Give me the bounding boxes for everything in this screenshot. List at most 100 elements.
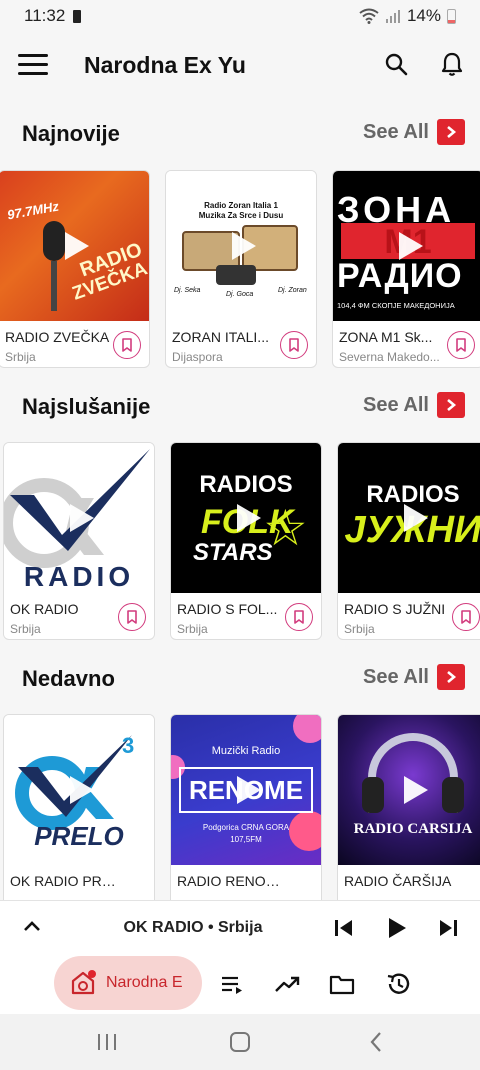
bookmark-icon[interactable]	[447, 331, 475, 359]
play-icon[interactable]	[232, 232, 256, 260]
skip-previous-icon[interactable]	[332, 915, 356, 941]
logo-text: Muzički Radio	[211, 745, 281, 757]
station-title: RADIO ČARŠIJA	[344, 873, 452, 889]
bottom-nav: Narodna E	[0, 956, 480, 1014]
headphones-icon	[442, 777, 464, 813]
bookmark-icon[interactable]	[280, 331, 308, 359]
folder-icon[interactable]	[328, 970, 356, 998]
headphones-icon	[362, 777, 384, 813]
logo-text: RADIO	[23, 561, 135, 592]
logo-text: Muzika Za Srce i Dusu	[198, 211, 284, 220]
logo-text: Dj. Goca	[226, 291, 254, 298]
decorative-circle	[293, 715, 321, 743]
recent-apps-icon[interactable]	[96, 1032, 118, 1052]
home-button-icon[interactable]	[229, 1031, 251, 1053]
station-card[interactable]: Radio Zoran Italia 1 Muzika Za Srce i Du…	[165, 170, 317, 368]
station-card[interactable]: RADIO OK RADIO Srbija	[3, 442, 155, 640]
station-logo: Muzički Radio RENOME Podgorica CRNA GORA…	[171, 715, 321, 865]
bell-icon[interactable]	[436, 48, 468, 80]
station-card[interactable]: ЗОНА М1 РАДИО 104,4 ФМ СКОПЈЕ МАКЕДОНИЈА…	[332, 170, 480, 368]
station-title: RADIO RENOME	[177, 873, 285, 889]
play-icon[interactable]	[70, 776, 94, 804]
logo-text: RADIOS	[199, 471, 293, 498]
system-nav-bar	[0, 1014, 480, 1070]
station-country: Srbija	[344, 622, 375, 636]
section-title: Najslušanije	[22, 394, 151, 419]
history-icon[interactable]	[384, 970, 412, 998]
station-card[interactable]: Muzički Radio RENOME Podgorica CRNA GORA…	[170, 714, 322, 900]
battery-icon	[447, 8, 456, 24]
bookmark-icon[interactable]	[113, 331, 141, 359]
now-playing-text: OK RADIO • Srbija	[123, 919, 263, 936]
chevron-right-icon[interactable]	[437, 392, 465, 418]
station-title: RADIO S FOL...	[177, 601, 278, 617]
station-country: Srbija	[5, 350, 36, 364]
row-najslusanije: RADIO OK RADIO Srbija RADIOS FOLK ☆ STAR…	[0, 442, 480, 642]
menu-icon[interactable]	[18, 54, 48, 76]
station-logo: RADIO	[4, 443, 154, 593]
play-icon[interactable]	[404, 504, 428, 532]
station-card[interactable]: 3 PRELO OK RADIO PRELO	[3, 714, 155, 900]
bookmark-icon[interactable]	[285, 603, 313, 631]
mini-player[interactable]: OK RADIO • Srbija	[0, 900, 480, 956]
back-icon[interactable]	[368, 1031, 384, 1053]
station-logo: RADIOS ЈУЖНИ	[338, 443, 480, 593]
play-icon[interactable]	[70, 504, 94, 532]
station-country: Srbija	[10, 622, 41, 636]
logo-text: Dj. Seka	[174, 287, 201, 294]
radio-home-icon	[71, 970, 96, 995]
nav-item-label: Narodna E	[106, 974, 183, 991]
see-all-label: See All	[363, 665, 429, 688]
logo-text: Radio Zoran Italia 1	[204, 201, 278, 210]
skip-next-icon[interactable]	[436, 915, 460, 941]
station-card[interactable]: RADIO CARSIJA RADIO ČARŠIJA	[337, 714, 480, 900]
station-logo: 3 PRELO	[4, 715, 154, 865]
station-title: OK RADIO	[10, 601, 79, 617]
trending-icon[interactable]	[273, 970, 301, 998]
logo-text: 107,5FM	[230, 835, 262, 844]
status-time: 11:32	[24, 6, 66, 25]
station-card[interactable]: RADIOS FOLK ☆ STARS RADIO S FOL... Srbij…	[170, 442, 322, 640]
nav-item-home[interactable]: Narodna E	[54, 956, 202, 1010]
play-icon[interactable]	[65, 232, 89, 260]
logo-text: Dj. Zoran	[278, 287, 307, 294]
see-all-link[interactable]: See All	[363, 119, 465, 145]
signal-icon	[385, 10, 400, 23]
play-icon[interactable]	[237, 504, 261, 532]
station-title: OK RADIO PRELO	[10, 873, 118, 889]
logo-text: STARS	[193, 539, 273, 566]
section-nedavno: Nedavno See All	[0, 660, 480, 700]
logo-text: 104,4 ФМ СКОПЈЕ МАКЕДОНИЈА	[337, 301, 455, 310]
bookmark-icon[interactable]	[118, 603, 146, 631]
station-logo: RADIO CARSIJA	[338, 715, 480, 865]
station-logo: Radio Zoran Italia 1 Muzika Za Srce i Du…	[166, 171, 316, 321]
play-icon[interactable]	[404, 776, 428, 804]
logo-text: 97.7MHz	[6, 198, 60, 223]
station-card[interactable]: 97.7MHz RADIO ZVEČKA RADIO ZVEČKA Srbija	[0, 170, 150, 368]
see-all-link[interactable]: See All	[363, 392, 465, 418]
queue-list-icon[interactable]	[218, 970, 246, 998]
status-bar: 11:32 14%	[0, 0, 480, 32]
play-button-icon[interactable]	[385, 915, 409, 941]
see-all-link[interactable]: See All	[363, 664, 465, 690]
row-nedavno: 3 PRELO OK RADIO PRELO Muzički Radio REN…	[0, 714, 480, 900]
chevron-right-icon[interactable]	[437, 119, 465, 145]
station-title: RADIO S JUŽNI	[344, 601, 446, 617]
chevron-right-icon[interactable]	[437, 664, 465, 690]
battery-percent: 14%	[406, 6, 441, 25]
play-icon[interactable]	[399, 232, 423, 260]
logo-text: PRELO	[34, 821, 124, 851]
station-logo: ЗОНА М1 РАДИО 104,4 ФМ СКОПЈЕ МАКЕДОНИЈА	[333, 171, 480, 321]
logo-text: РАДИО	[337, 257, 463, 295]
play-icon[interactable]	[237, 776, 261, 804]
battery-alert-icon	[73, 9, 82, 23]
station-card[interactable]: RADIOS ЈУЖНИ RADIO S JUŽNI Srbija	[337, 442, 480, 640]
bookmark-icon[interactable]	[452, 603, 480, 631]
microphone-stand	[51, 261, 57, 311]
station-title: RADIO ZVEČKA	[5, 329, 110, 345]
see-all-label: See All	[363, 120, 429, 143]
app-bar: Narodna Ex Yu	[0, 32, 480, 96]
section-najslusanije: Najslušanije See All	[0, 388, 480, 428]
search-icon[interactable]	[380, 48, 412, 80]
station-country: Severna Makedo...	[339, 350, 440, 364]
